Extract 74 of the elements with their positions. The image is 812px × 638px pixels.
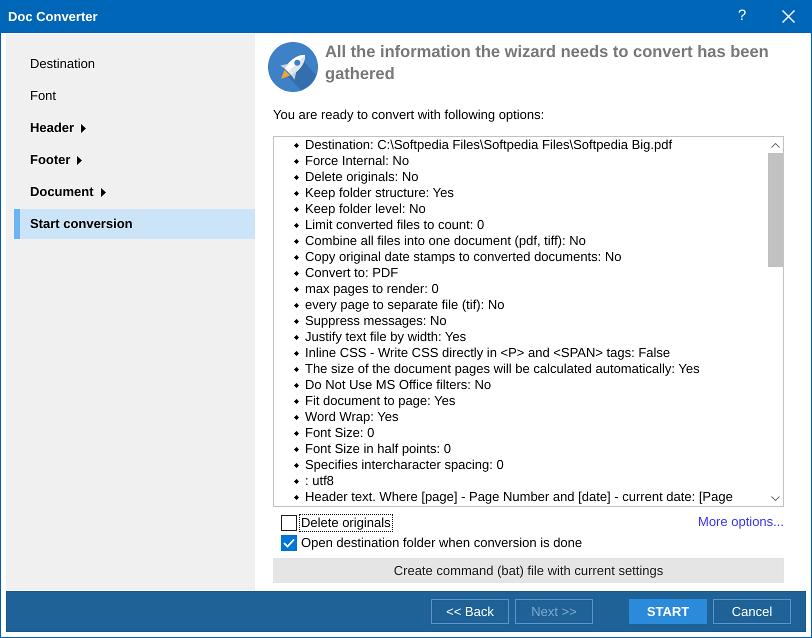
help-button[interactable]: ? [719, 0, 765, 33]
option-text: Combine all files into one document (pdf, tiff): No [305, 233, 586, 249]
bullet-icon [294, 142, 299, 148]
checkbox[interactable] [281, 515, 297, 531]
option-text: Convert to: PDF [305, 265, 398, 281]
option-text: Limit converted files to count: 0 [305, 217, 484, 233]
scrollbar-thumb[interactable] [768, 153, 782, 267]
option-text: Font Size: 0 [305, 425, 374, 441]
footer-button[interactable]: START [629, 599, 707, 624]
option-text: Suppress messages: No [305, 313, 447, 329]
option-text: every page to separate file (tif): No [305, 297, 504, 313]
option-text: The size of the document pages will be calculated automatically: Yes [305, 361, 700, 377]
checkbox[interactable] [281, 535, 297, 551]
bullet-icon [294, 238, 299, 244]
option-text: Fit document to page: Yes [305, 393, 456, 409]
bullet-icon [294, 398, 299, 404]
sidebar-item[interactable]: Document [14, 177, 255, 207]
rocket-icon [268, 42, 318, 92]
checkbox-label[interactable]: Delete originals [299, 514, 393, 532]
chevron-down-icon[interactable] [770, 496, 780, 500]
bullet-icon [294, 206, 299, 212]
sidebar-item[interactable]: Header [14, 113, 255, 143]
window-title: Doc Converter [7, 8, 99, 26]
sidebar-item[interactable]: Font [14, 81, 255, 111]
option-text: Inline CSS - Write CSS directly in <P> and <SPAN> tags: False [305, 345, 670, 361]
bullet-icon [294, 222, 299, 228]
intro-text: You are ready to convert with following options: [273, 107, 546, 123]
option-text: Specifies intercharacter spacing: 0 [305, 457, 504, 473]
option-text: Font Size in half points: 0 [305, 441, 451, 457]
checkbox-label[interactable]: Open destination folder when conversion is done [299, 534, 584, 552]
bullet-icon [294, 382, 299, 388]
wizard-heading: All the information the wizard needs to convert has been gathered [325, 42, 770, 85]
option-text: : utf8 [305, 473, 334, 489]
chevron-up-icon[interactable] [770, 142, 780, 148]
bullet-icon [294, 318, 299, 324]
bullet-icon [294, 254, 299, 260]
bullet-icon [294, 286, 299, 292]
option-text: Do Not Use MS Office filters: No [305, 377, 492, 393]
option-text: Force Internal: No [305, 153, 410, 169]
bullet-icon [294, 350, 299, 356]
caret-icon [81, 124, 86, 132]
sidebar-item[interactable]: Footer [14, 145, 255, 175]
caret-icon [77, 156, 82, 164]
option-text: Keep folder level: No [305, 201, 426, 217]
sidebar-item[interactable]: Start conversion [14, 209, 255, 239]
caret-icon [100, 188, 106, 196]
sidebar-item[interactable]: Destination [14, 49, 255, 79]
footer-button[interactable]: Cancel [713, 599, 791, 624]
bullet-icon [294, 190, 299, 196]
option-text: Copy original date stamps to converted documents: No [305, 249, 622, 265]
checkmark-icon [283, 538, 295, 548]
footer-button[interactable]: << Back [431, 599, 509, 624]
bullet-icon [294, 478, 299, 484]
bullet-icon [294, 446, 299, 452]
bullet-icon [294, 334, 299, 340]
bullet-icon [294, 494, 299, 500]
command-file-button[interactable]: Create command (bat) file with current settings [273, 558, 784, 583]
close-icon [782, 10, 794, 23]
bullet-icon [294, 430, 299, 436]
option-text: Header text. Where [page] - Page Number and [date] - current date: [Page [305, 489, 733, 505]
bullet-icon [294, 302, 299, 308]
bullet-icon [294, 158, 299, 164]
option-text: Keep folder structure: Yes [305, 185, 454, 201]
bullet-icon [294, 462, 299, 468]
bullet-icon [294, 270, 299, 276]
option-text: Destination: C:\Softpedia Files\Softpedia Files\Softpedia Big.pdf [305, 137, 672, 153]
bullet-icon [294, 414, 299, 420]
option-text: Word Wrap: Yes [305, 409, 398, 425]
bullet-icon [294, 174, 299, 180]
option-text: Delete originals: No [305, 169, 418, 185]
option-text: Justify text file by width: Yes [305, 329, 466, 345]
option-text: max pages to render: 0 [305, 281, 439, 297]
bullet-icon [294, 366, 299, 372]
more-options-link[interactable]: More options... [698, 514, 784, 530]
